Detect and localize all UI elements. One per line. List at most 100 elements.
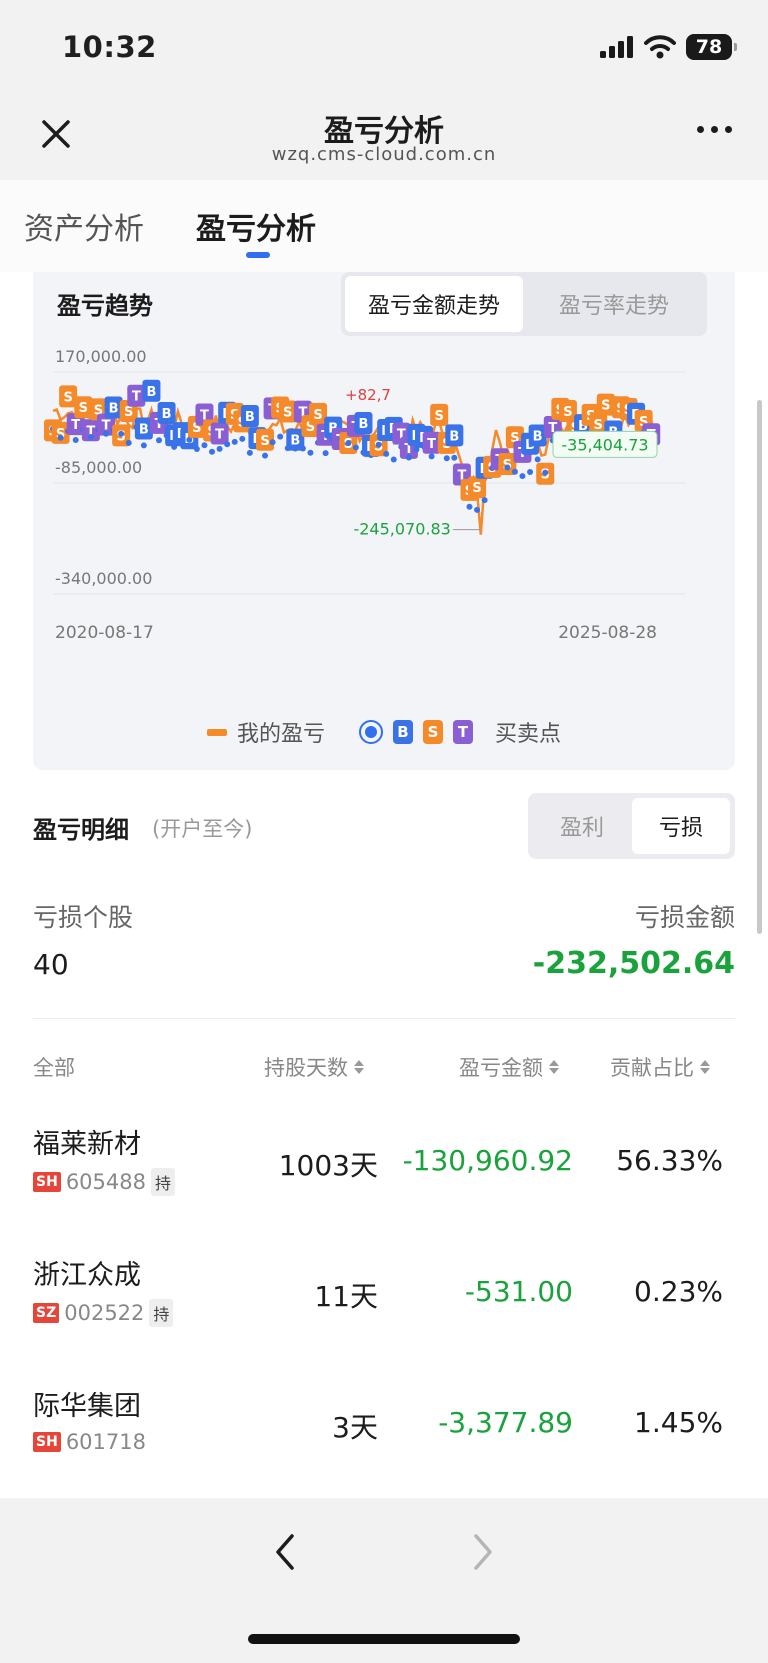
x-tick-label: 2020-08-17 xyxy=(55,623,154,643)
trade-point-dot xyxy=(171,443,178,450)
trade-point-dot xyxy=(156,437,163,444)
trade-point-dot xyxy=(239,435,246,442)
tab-asset-analysis[interactable]: 资产分析 xyxy=(24,204,144,248)
rate-trend-button[interactable]: 盈亏率走势 xyxy=(525,276,703,332)
trade-marker-letter: S xyxy=(283,405,292,420)
y-tick-label: -85,000.00 xyxy=(55,458,142,477)
stock-name: 福莱新材 xyxy=(33,1129,141,1160)
trade-marker-letter: B xyxy=(245,410,255,425)
more-icon[interactable] xyxy=(697,126,732,133)
trade-marker-letter: T xyxy=(215,428,224,443)
table-row[interactable]: 际华集团 SH 601718 3天 -3,377.89 1.45% xyxy=(0,1384,768,1514)
trade-marker: T xyxy=(210,422,229,452)
trade-marker: B xyxy=(445,424,464,461)
trade-point-dot xyxy=(103,430,110,437)
holding-days: 11天 xyxy=(314,1280,378,1313)
trade-point-dot xyxy=(72,436,79,443)
tab-active-indicator xyxy=(246,252,270,258)
pnl-amount: -531.00 xyxy=(464,1275,573,1308)
back-arrow-icon[interactable] xyxy=(270,1530,300,1574)
stock-name: 浙江众成 xyxy=(33,1260,141,1291)
y-tick-label: -340,000.00 xyxy=(55,569,152,588)
trade-point-dot xyxy=(527,469,534,476)
trade-point-dot xyxy=(375,441,382,448)
filter-all[interactable]: 全部 xyxy=(33,1052,75,1082)
status-bar: 10:32 78 xyxy=(0,0,768,96)
scrollbar[interactable] xyxy=(757,400,762,934)
trade-point-dot xyxy=(383,450,390,457)
stock-code: 605488 xyxy=(65,1170,146,1194)
stock-code-group: SH 601718 xyxy=(33,1430,146,1454)
holding-days: 3天 xyxy=(332,1411,378,1444)
trade-marker-letter: S xyxy=(313,408,322,423)
trade-point-dot xyxy=(322,450,329,457)
trade-marker-letter: T xyxy=(132,390,141,405)
trade-marker-letter: S xyxy=(124,405,133,420)
divider xyxy=(33,1018,735,1019)
profit-toggle-button[interactable]: 盈利 xyxy=(533,798,631,854)
forward-arrow-icon[interactable] xyxy=(468,1530,498,1574)
trade-point-dot xyxy=(511,468,518,475)
stock-code: 002522 xyxy=(64,1301,145,1325)
sort-ratio-header[interactable]: 贡献占比 xyxy=(610,1052,710,1082)
tab-pnl-analysis[interactable]: 盈亏分析 xyxy=(196,204,316,248)
loss-count-value: 40 xyxy=(33,948,69,981)
legend-my-pnl: 我的盈亏 xyxy=(236,722,325,747)
trade-point-dot xyxy=(140,442,147,449)
pnl-amount: -130,960.92 xyxy=(402,1144,573,1177)
filter-all-label: 全部 xyxy=(33,1056,75,1080)
t-trade-badge-icon: T xyxy=(453,720,473,744)
contribution-ratio: 56.33% xyxy=(616,1144,723,1177)
tab-bar: 资产分析 盈亏分析 xyxy=(0,180,768,272)
sell-badge-icon: S xyxy=(423,720,443,744)
loss-amount-label: 亏损金额 xyxy=(634,903,735,932)
trade-point-dot xyxy=(405,454,412,461)
trade-point-dot xyxy=(57,434,64,441)
trade-point-dot xyxy=(292,445,299,452)
trade-point-dot xyxy=(474,506,481,513)
market-badge: SH xyxy=(33,1172,61,1192)
market-badge: SH xyxy=(33,1432,61,1452)
page-url: wzq.cms-cloud.com.cn xyxy=(271,144,497,165)
amount-trend-button[interactable]: 盈亏金额走势 xyxy=(345,276,523,332)
trade-point-dot xyxy=(443,455,450,462)
trade-marker-letter: B xyxy=(449,429,459,444)
sort-days-header[interactable]: 持股天数 xyxy=(264,1052,364,1082)
trade-marker-letter: B xyxy=(359,417,369,432)
days-header-label: 持股天数 xyxy=(264,1056,348,1080)
signal-icon xyxy=(600,36,633,58)
trade-point-dot xyxy=(125,439,132,446)
table-row[interactable]: 福莱新材 SH 605488 持 1003天 -130,960.92 56.33… xyxy=(0,1122,768,1252)
buy-badge-icon: B xyxy=(393,720,413,744)
trade-marker-letter: T xyxy=(71,418,80,433)
holding-badge: 持 xyxy=(149,1299,174,1327)
trade-point-dot xyxy=(209,448,216,455)
loss-toggle-button[interactable]: 亏损 xyxy=(632,798,730,854)
amount-header-label: 盈亏金额 xyxy=(459,1056,543,1080)
trade-point-dot xyxy=(352,444,359,451)
ratio-header-label: 贡献占比 xyxy=(610,1056,694,1080)
stock-name: 际华集团 xyxy=(33,1391,141,1422)
trade-marker-letter: B xyxy=(139,423,149,438)
sort-icon xyxy=(700,1060,710,1074)
my-pnl-swatch xyxy=(206,728,227,736)
trade-marker-letter: B xyxy=(162,407,172,422)
y-tick-label: 170,000.00 xyxy=(55,347,147,366)
trade-point-dot xyxy=(246,449,253,456)
sort-amount-header[interactable]: 盈亏金额 xyxy=(459,1052,559,1082)
detail-subtitle: (开户至今) xyxy=(152,817,253,841)
detail-title: 盈亏明细 xyxy=(33,816,129,844)
trade-points-radio[interactable] xyxy=(359,720,383,744)
trade-point-dot xyxy=(87,433,94,440)
trade-point-dot xyxy=(277,433,284,440)
trade-marker-letter: S xyxy=(79,401,88,416)
trade-point-dot xyxy=(481,497,488,504)
stock-code: 601718 xyxy=(65,1430,146,1454)
table-row[interactable]: 浙江众成 SZ 002522 持 11天 -531.00 0.23% xyxy=(0,1253,768,1383)
trade-point-dot xyxy=(231,438,238,445)
trade-marker-letter: B xyxy=(146,385,156,400)
status-icons: 78 xyxy=(600,34,737,60)
trade-marker-letter: S xyxy=(63,390,72,405)
clock: 10:32 xyxy=(62,30,157,64)
pnl-trend-chart[interactable]: SSSTSTSTBSSTBBTBBBBSTSTBSSBBSTSSBTSSTBTS… xyxy=(33,336,735,708)
